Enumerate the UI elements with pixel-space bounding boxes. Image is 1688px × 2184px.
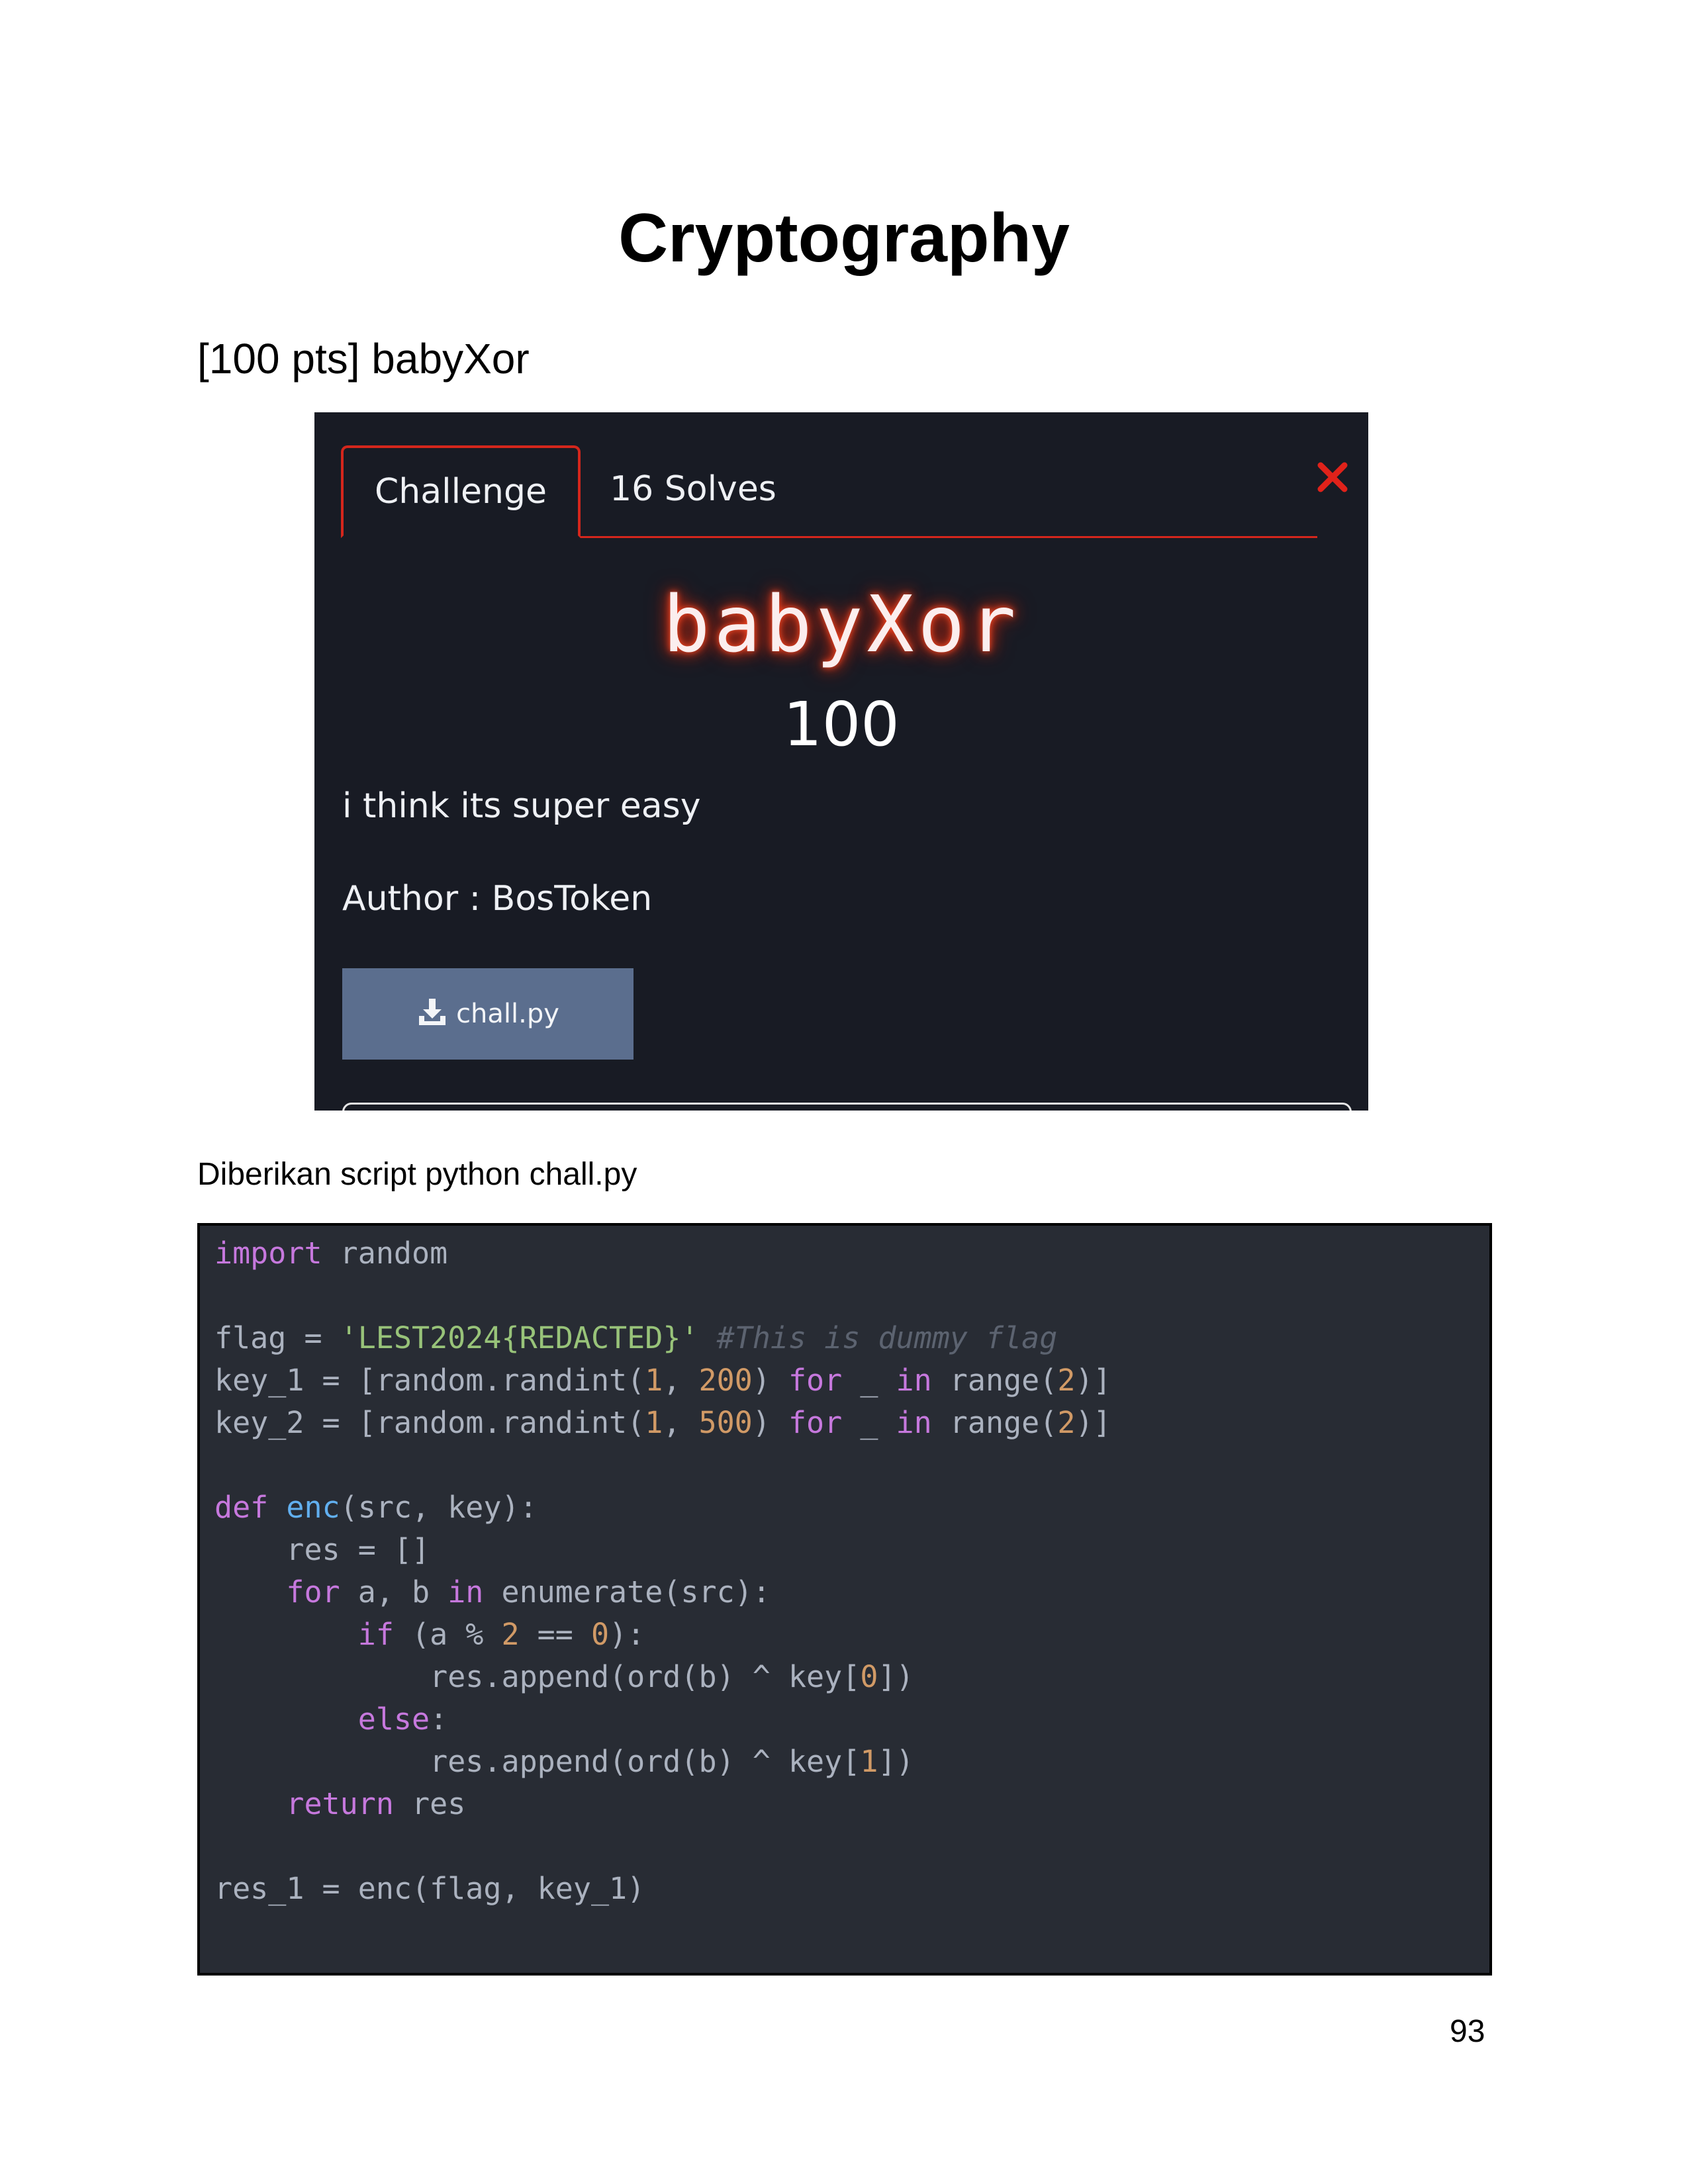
code-token: key_2 = [random.randint( [214,1405,645,1440]
tab-challenge[interactable]: Challenge [341,445,581,538]
code-token: res = [] [214,1532,430,1567]
challenge-description: i think its super easy [342,786,701,826]
code-token: ]) [878,1744,914,1779]
code-token: (src, key): [340,1490,538,1525]
close-x-icon-glyph [1317,462,1348,492]
code-token: )] [1075,1405,1111,1440]
code-line: else: [214,1697,447,1741]
code-token: )] [1075,1363,1111,1398]
code-line: flag = 'LEST2024{REDACTED}' #This is dum… [214,1316,1057,1360]
section-heading: [100 pts] babyXor [197,335,530,383]
code-token: _ [842,1363,896,1398]
code-line: if (a % 2 == 0): [214,1612,645,1657]
tab-strip: Challenge 16 Solves [341,445,1317,538]
code-token: 2 [1057,1405,1076,1440]
code-line: for a, b in enumerate(src): [214,1570,771,1614]
code-line: return res [214,1782,465,1826]
code-token: key_1 = [random.randint( [214,1363,645,1398]
code-token: def [214,1490,269,1525]
download-icon [419,999,446,1025]
code-block: import random flag = 'LEST2024{REDACTED}'… [197,1223,1492,1976]
code-token: (a % [393,1617,502,1652]
code-token: , [663,1405,699,1440]
code-token: for [788,1363,843,1398]
code-token: 1 [645,1405,663,1440]
code-token: for [788,1405,843,1440]
code-token: a, b [340,1574,448,1610]
code-line: res.append(ord(b) ^ key[1]) [214,1739,914,1784]
code-token: in [447,1574,484,1610]
code-token: 2 [1057,1363,1076,1398]
code-token: ]) [878,1659,914,1694]
code-token: 1 [860,1744,878,1779]
code-token: 2 [501,1617,520,1652]
code-token: 0 [590,1617,610,1652]
code-token: == [519,1617,591,1652]
code-token: #This is dummy flag [716,1320,1058,1355]
code-token: enumerate(src): [483,1574,771,1610]
code-token: 200 [698,1363,753,1398]
code-line: res_1 = enc(flag, key_1) [214,1866,645,1911]
code-token: res_1 = enc(flag, key_1) [214,1871,645,1906]
code-token: ) [752,1363,788,1398]
tab-solves[interactable]: 16 Solves [581,445,806,538]
download-file-label: chall.py [456,999,559,1029]
code-token: ): [609,1617,645,1652]
code-token: res.append(ord(b) ^ key[ [214,1744,861,1779]
code-token: import [214,1236,322,1271]
code-line: key_2 = [random.randint(1, 500) for _ in… [214,1400,1111,1445]
challenge-screenshot: Challenge 16 Solves babyXor 100 i think … [314,412,1368,1111]
code-line: res.append(ord(b) ^ key[0]) [214,1655,914,1699]
close-x-icon[interactable] [1313,457,1352,497]
code-token: res.append(ord(b) ^ key[ [214,1659,861,1694]
code-line: import random [214,1231,447,1275]
code-token: random [322,1236,448,1271]
challenge-name: babyXor [663,578,1020,670]
code-token: in [896,1405,932,1440]
flag-input-edge[interactable] [342,1103,1352,1111]
code-line: res = [] [214,1527,430,1572]
code-token: return [286,1786,394,1821]
code-token: res [393,1786,466,1821]
code-line: key_1 = [random.randint(1, 200) for _ in… [214,1358,1111,1402]
page-title: Cryptography [618,200,1070,277]
code-token: 'LEST2024{REDACTED}' [340,1320,699,1355]
code-token: ) [752,1405,788,1440]
code-token: if [357,1617,394,1652]
code-token: 0 [860,1659,878,1694]
page-number: 93 [1450,2014,1485,2049]
code-token: 500 [698,1405,753,1440]
code-token: _ [842,1405,896,1440]
code-token: , [663,1363,699,1398]
code-token: for [286,1574,340,1610]
intro-text: Diberikan script python chall.py [197,1157,637,1192]
code-token: else [357,1702,430,1737]
code-token: in [896,1363,932,1398]
code-line: def enc(src, key): [214,1485,538,1529]
download-file-button[interactable]: chall.py [342,968,633,1060]
code-token: range( [931,1363,1058,1398]
code-token: flag = [214,1320,340,1355]
code-token: enc [286,1490,340,1525]
code-token: 1 [645,1363,663,1398]
code-token: : [430,1702,448,1737]
challenge-points: 100 [783,689,900,760]
code-token: range( [931,1405,1058,1440]
challenge-author: Author : BosToken [342,879,653,919]
